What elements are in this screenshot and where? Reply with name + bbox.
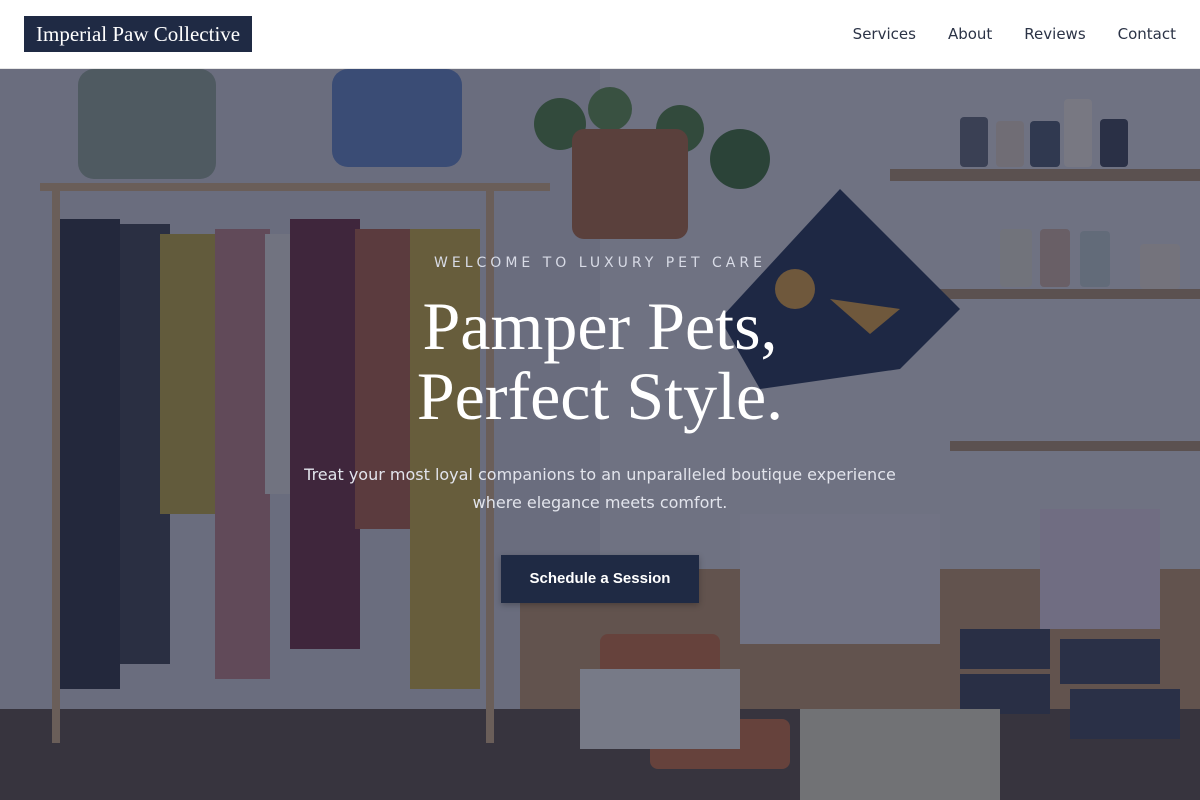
hero-subtext: Treat your most loyal companions to an u… xyxy=(304,465,896,512)
hero-content: WELCOME TO LUXURY PET CARE Pamper Pets, … xyxy=(0,69,1200,800)
hero-headline: Pamper Pets, Perfect Style. xyxy=(0,291,1200,431)
logo[interactable]: Imperial Paw Collective xyxy=(24,16,253,52)
nav-link-services[interactable]: Services xyxy=(853,24,916,44)
site-header: Imperial Paw Collective Services About R… xyxy=(0,0,1200,69)
hero-headline-line-2: Perfect Style. xyxy=(416,358,784,434)
nav-link-reviews[interactable]: Reviews xyxy=(1024,24,1085,44)
nav-link-about[interactable]: About xyxy=(948,24,992,44)
schedule-session-button[interactable]: Schedule a Session xyxy=(501,555,699,603)
main-nav: Services About Reviews Contact xyxy=(853,24,1176,44)
nav-link-contact[interactable]: Contact xyxy=(1118,24,1176,44)
hero-headline-line-1: Pamper Pets, xyxy=(422,288,778,364)
hero-section: WELCOME TO LUXURY PET CARE Pamper Pets, … xyxy=(0,69,1200,800)
hero-eyebrow: WELCOME TO LUXURY PET CARE xyxy=(434,255,766,271)
